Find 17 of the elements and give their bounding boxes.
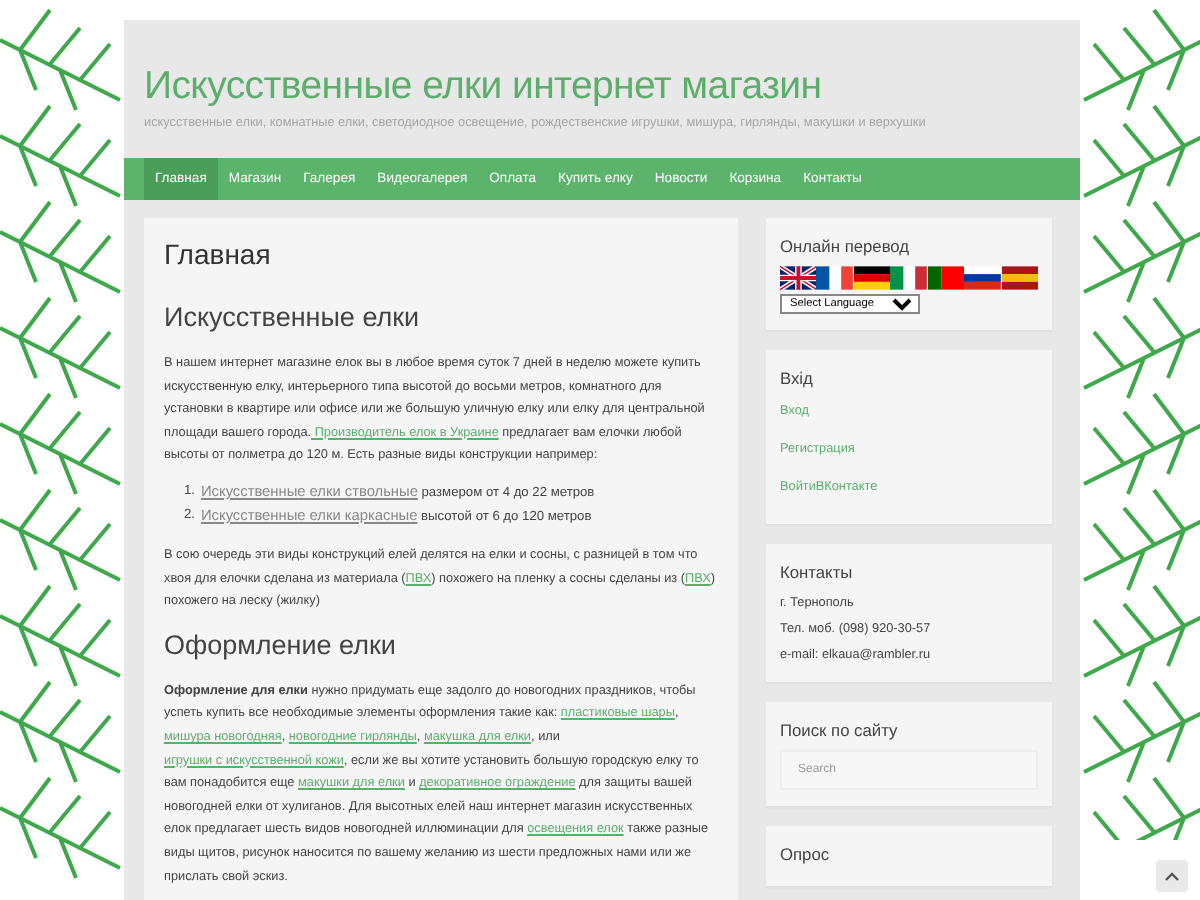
- scroll-top-button[interactable]: [1156, 860, 1188, 892]
- flag-icon[interactable]: [1001, 266, 1038, 290]
- flag-icon[interactable]: [853, 266, 891, 290]
- flag-icon[interactable]: [927, 266, 965, 290]
- section-heading: Оформление елки: [164, 629, 398, 660]
- widget-title: Онлайн перевод: [780, 236, 912, 256]
- site-title[interactable]: Искусственные елки интернет магазин: [144, 64, 1060, 110]
- widget-title: Поиск по сайту: [780, 720, 900, 740]
- flag-icon[interactable]: [780, 266, 817, 290]
- page-title: Главная: [164, 238, 273, 270]
- flag-icon[interactable]: [964, 266, 1002, 290]
- section-heading: Искусственные елки: [164, 302, 422, 332]
- widget-title: Вхід: [780, 368, 815, 388]
- widget-title: Контакты: [780, 562, 855, 582]
- chevron-up-icon: [1164, 870, 1180, 882]
- widget-title: Опрос: [780, 844, 832, 864]
- flag-icon[interactable]: [816, 266, 854, 290]
